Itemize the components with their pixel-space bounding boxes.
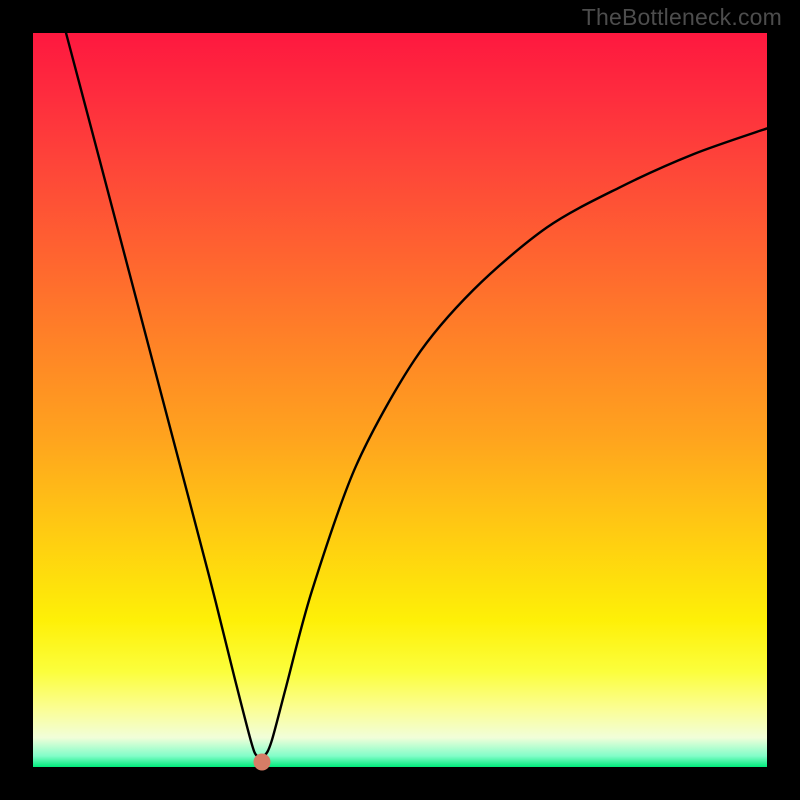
bottleneck-curve — [33, 33, 767, 767]
curve-minimum-marker — [254, 753, 271, 770]
plot-area — [33, 33, 767, 767]
chart-frame: TheBottleneck.com — [0, 0, 800, 800]
watermark-text: TheBottleneck.com — [582, 4, 782, 31]
